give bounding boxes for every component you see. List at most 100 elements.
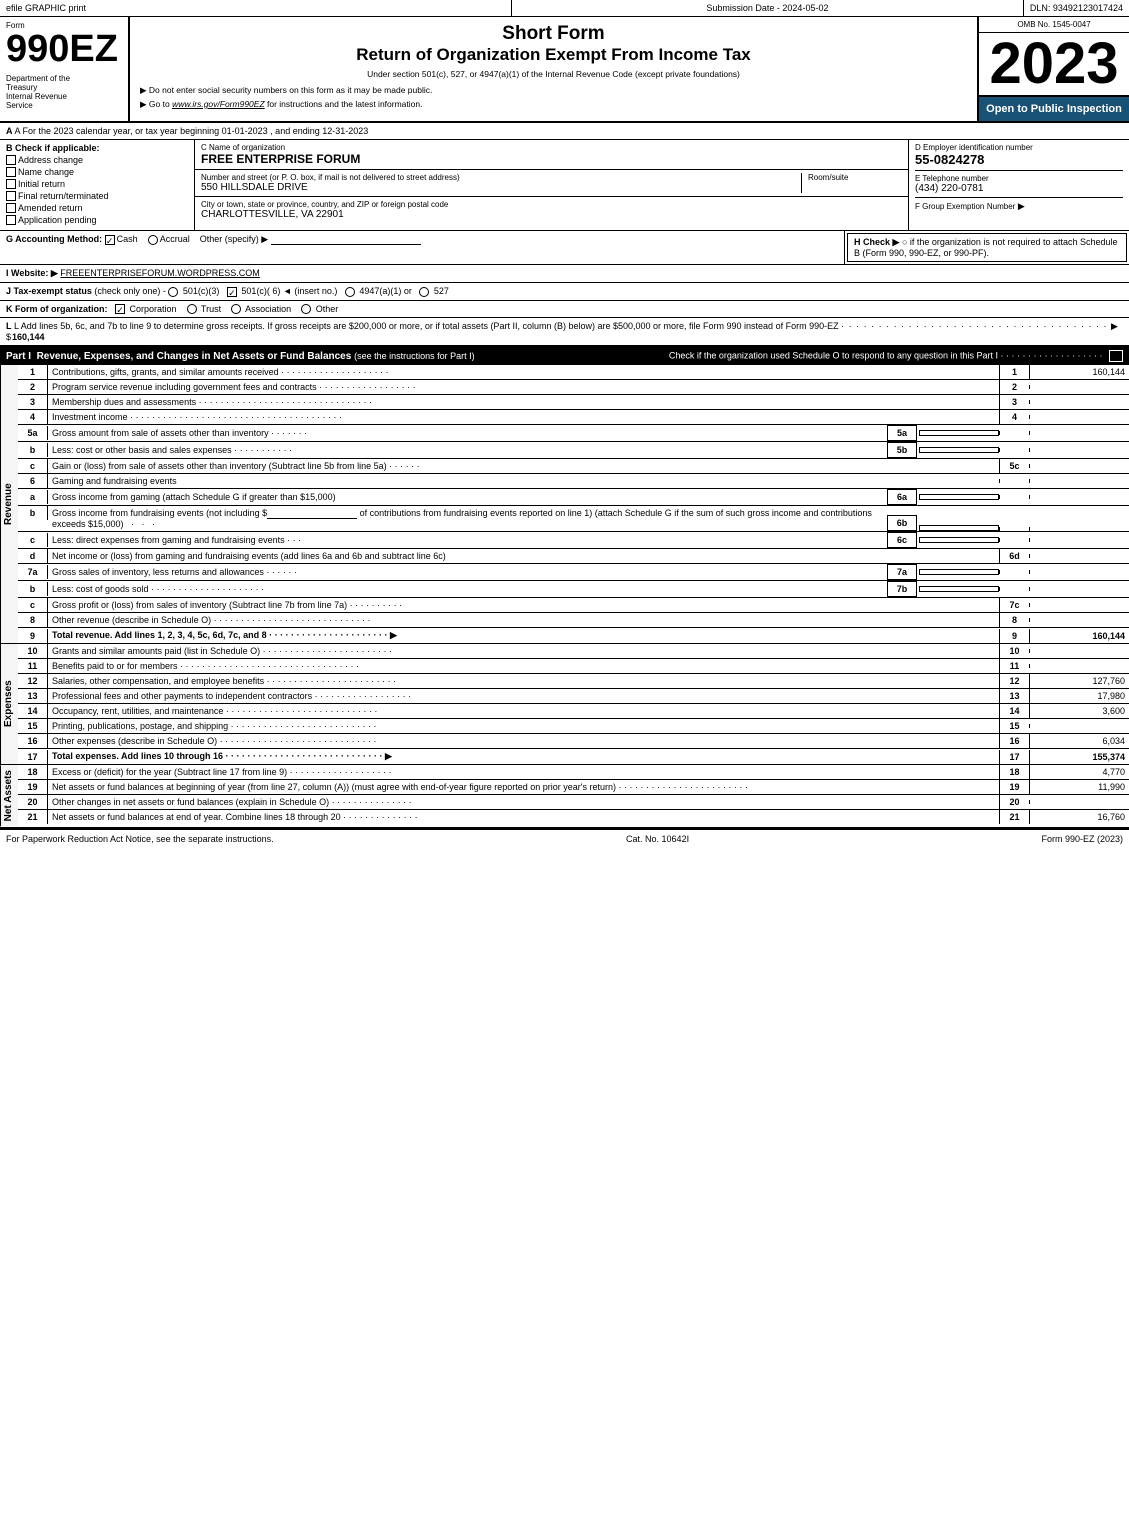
- open-public-badge: Open to Public Inspection: [979, 97, 1129, 121]
- section-i: I Website: ▶ FREEENTERPRISEFORUM.WORDPRE…: [0, 265, 1129, 283]
- line-5b-subcol: 5b: [887, 442, 917, 458]
- trust-radio[interactable]: [187, 304, 197, 314]
- line-6c-desc: Less: direct expenses from gaming and fu…: [48, 533, 887, 547]
- line-10-row: 10 Grants and similar amounts paid (list…: [18, 644, 1129, 659]
- line-19-row: 19 Net assets or fund balances at beginn…: [18, 780, 1129, 795]
- line-5b-col-empty: [999, 448, 1029, 452]
- line-6b-desc: Gross income from fundraising events (no…: [48, 506, 887, 531]
- revenue-side-label: Revenue: [0, 365, 18, 643]
- accrual-radio[interactable]: [148, 235, 158, 245]
- line-8-desc: Other revenue (describe in Schedule O) ·…: [48, 613, 999, 627]
- section-k: K Form of organization: Corporation Trus…: [0, 301, 1129, 319]
- line-5c-col: 5c: [999, 459, 1029, 473]
- room-label: Room/suite: [808, 173, 902, 182]
- line-3-col: 3: [999, 395, 1029, 409]
- dln: DLN: 93492123017424: [1024, 0, 1129, 16]
- line-5c-num: c: [18, 459, 48, 473]
- line-7b-subval: [919, 586, 999, 592]
- line-1-desc: Contributions, gifts, grants, and simila…: [48, 365, 999, 379]
- line-2-desc: Program service revenue including govern…: [48, 380, 999, 394]
- check-app-pending[interactable]: Application pending: [6, 215, 188, 225]
- line-12-row: 12 Salaries, other compensation, and emp…: [18, 674, 1129, 689]
- line-1-col: 1: [999, 365, 1029, 379]
- section-g: G Accounting Method: Cash Accrual Other …: [0, 231, 845, 264]
- section-j: J Tax-exempt status (check only one) - 5…: [0, 283, 1129, 301]
- 501c6-checkbox[interactable]: [227, 287, 237, 297]
- org-name-value: FREE ENTERPRISE FORUM: [201, 152, 902, 166]
- line-9-num: 9: [18, 629, 48, 643]
- line-2-col: 2: [999, 380, 1029, 394]
- 527-radio[interactable]: [419, 287, 429, 297]
- line-5c-val: [1029, 464, 1129, 468]
- org-name-label: C Name of organization: [201, 143, 902, 152]
- line-6c-col-empty: [999, 538, 1029, 542]
- check-amended-return[interactable]: Amended return: [6, 203, 188, 213]
- check-initial-return[interactable]: Initial return: [6, 179, 188, 189]
- other-radio[interactable]: [301, 304, 311, 314]
- line-7b-desc: Less: cost of goods sold · · · · · · · ·…: [48, 582, 887, 596]
- line-6b-col-empty: [999, 527, 1029, 531]
- check-name-change[interactable]: Name change: [6, 167, 188, 177]
- assoc-radio[interactable]: [231, 304, 241, 314]
- ein-value: 55-0824278: [915, 152, 1123, 167]
- line-15-row: 15 Printing, publications, postage, and …: [18, 719, 1129, 734]
- cash-checkbox[interactable]: [105, 235, 115, 245]
- address-value: 550 HILLSDALE DRIVE: [201, 182, 795, 193]
- check-address-change[interactable]: Address change: [6, 155, 188, 165]
- line-5a-num: 5a: [18, 426, 48, 440]
- line-4-val: [1029, 415, 1129, 419]
- initial-return-checkbox[interactable]: [6, 179, 16, 189]
- line-7a-desc: Gross sales of inventory, less returns a…: [48, 565, 887, 579]
- line-9-desc: Total revenue. Add lines 1, 2, 3, 4, 5c,…: [48, 628, 999, 643]
- line-6b-num: b: [18, 506, 48, 520]
- short-form-title: Short Form: [140, 23, 967, 45]
- line-6d-val: [1029, 554, 1129, 558]
- address-change-checkbox[interactable]: [6, 155, 16, 165]
- line-4-col: 4: [999, 410, 1029, 424]
- net-assets-side-label: Net Assets: [0, 765, 18, 826]
- line-7b-col-empty: [999, 587, 1029, 591]
- group-exemption-label2: Number: [987, 202, 1015, 211]
- line-4-num: 4: [18, 410, 48, 424]
- name-change-label: Name change: [18, 167, 74, 177]
- line-3-val: [1029, 400, 1129, 404]
- line-2-row: 2 Program service revenue including gove…: [18, 380, 1129, 395]
- final-return-checkbox[interactable]: [6, 191, 16, 201]
- line-6a-desc: Gross income from gaming (attach Schedul…: [48, 490, 887, 504]
- line-6c-val: [1029, 538, 1129, 542]
- line-6d-desc: Net income or (loss) from gaming and fun…: [48, 549, 999, 563]
- expenses-side-label: Expenses: [0, 644, 18, 764]
- amended-return-checkbox[interactable]: [6, 203, 16, 213]
- 501c3-radio[interactable]: [168, 287, 178, 297]
- line-7a-num: 7a: [18, 565, 48, 579]
- section-a: A A For the 2023 calendar year, or tax y…: [0, 123, 1129, 140]
- city-label: City or town, state or province, country…: [201, 200, 902, 209]
- page: efile GRAPHIC print Submission Date - 20…: [0, 0, 1129, 848]
- line-6b-subcol: 6b: [887, 515, 917, 531]
- app-pending-checkbox[interactable]: [6, 215, 16, 225]
- line-5a-row: 5a Gross amount from sale of assets othe…: [18, 425, 1129, 442]
- name-change-checkbox[interactable]: [6, 167, 16, 177]
- section-h: H Check ▶ ○ if the organization is not r…: [847, 233, 1127, 262]
- line-6b-val: [1029, 527, 1129, 531]
- line-6d-row: d Net income or (loss) from gaming and f…: [18, 549, 1129, 564]
- line-5b-subval: [919, 447, 999, 453]
- line-5a-subval: [919, 430, 999, 436]
- efile-label: efile GRAPHIC print: [0, 0, 512, 16]
- form-footer: Form 990-EZ (2023): [1041, 834, 1123, 844]
- instruction1: ▶ Do not enter social security numbers o…: [140, 85, 967, 96]
- check-final-return[interactable]: Final return/terminated: [6, 191, 188, 201]
- line-3-row: 3 Membership dues and assessments · · · …: [18, 395, 1129, 410]
- line-1-val: 160,144: [1029, 365, 1129, 379]
- return-title: Return of Organization Exempt From Incom…: [140, 45, 967, 65]
- address-change-label: Address change: [18, 155, 83, 165]
- line-6b-row: b Gross income from fundraising events (…: [18, 506, 1129, 532]
- line-5a-val: [1029, 431, 1129, 435]
- corp-checkbox[interactable]: [115, 304, 125, 314]
- line-8-val: [1029, 618, 1129, 622]
- form-number: 990EZ: [6, 30, 122, 68]
- group-exemption-label: F Group Exemption: [915, 202, 984, 211]
- 4947a1-radio[interactable]: [345, 287, 355, 297]
- line-8-col: 8: [999, 613, 1029, 627]
- line-6c-row: c Less: direct expenses from gaming and …: [18, 532, 1129, 549]
